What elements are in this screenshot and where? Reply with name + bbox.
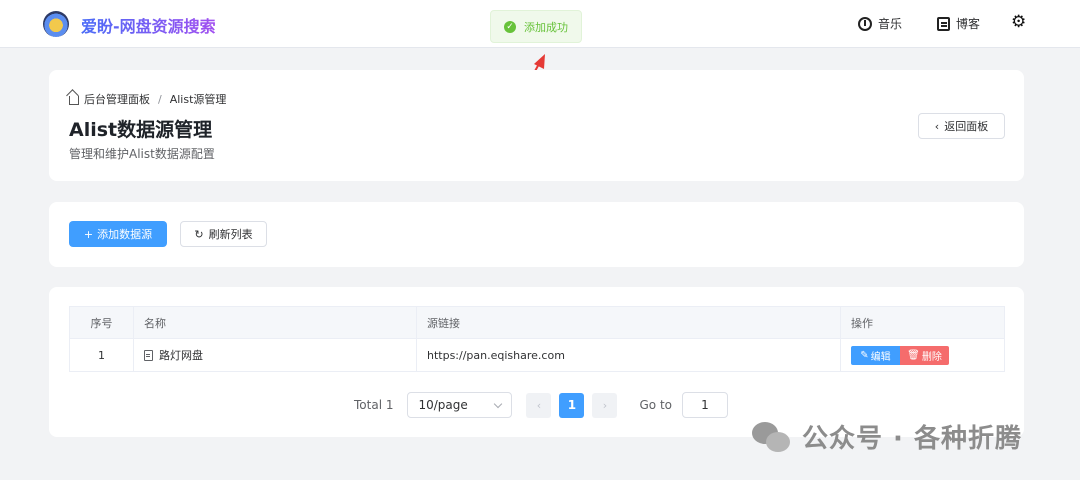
refresh-icon: ↻ — [194, 227, 204, 241]
nav-music[interactable]: 音乐 — [858, 15, 902, 32]
breadcrumb: 后台管理面板 / Alist源管理 — [69, 91, 226, 107]
add-datasource-button[interactable]: + 添加数据源 — [69, 221, 167, 247]
page-number-current[interactable]: 1 — [559, 392, 585, 418]
success-toast: ✓ 添加成功 — [490, 10, 582, 43]
nav-music-label: 音乐 — [878, 17, 903, 31]
row-index: 1 — [69, 338, 134, 372]
chevron-down-icon — [494, 399, 503, 408]
chevron-left-icon: ‹ — [934, 119, 940, 133]
back-to-panel-button[interactable]: ‹ 返回面板 — [918, 113, 1005, 139]
music-icon — [858, 16, 872, 31]
next-page-button[interactable]: › — [592, 392, 618, 418]
pagination-total: Total 1 — [354, 398, 394, 412]
site-logo[interactable] — [43, 11, 69, 37]
chevron-left-icon: ‹ — [536, 398, 542, 412]
table-row: 1 路灯网盘 https://pan.eqishare.com ✎ 编辑 🗑 删… — [69, 338, 1005, 372]
add-button-label: 添加数据源 — [97, 228, 153, 241]
chevron-right-icon: › — [602, 398, 608, 412]
edit-icon: ✎ — [860, 349, 869, 361]
row-name-cell: 路灯网盘 — [133, 338, 417, 372]
delete-button-label: 删除 — [921, 351, 942, 363]
refresh-list-button[interactable]: ↻ 刷新列表 — [180, 221, 267, 247]
breadcrumb-item-current: Alist源管理 — [169, 93, 227, 106]
success-check-icon: ✓ — [504, 20, 516, 33]
refresh-button-label: 刷新列表 — [208, 228, 253, 241]
row-actions-cell: ✎ 编辑 🗑 删除 — [840, 338, 1005, 372]
nav-blog-label: 博客 — [956, 17, 981, 31]
edit-button-label: 编辑 — [870, 351, 891, 363]
datasource-table: 序号 名称 源链接 操作 1 路灯网盘 https://pan.eqishare… — [69, 306, 1005, 372]
home-icon — [69, 96, 79, 105]
column-header-actions: 操作 — [840, 306, 1005, 339]
plus-icon: + — [83, 227, 94, 241]
back-button-label: 返回面板 — [944, 120, 989, 133]
column-header-index: 序号 — [69, 306, 134, 339]
nav-blog[interactable]: 博客 — [937, 15, 980, 32]
trash-icon: 🗑 — [907, 349, 920, 361]
document-icon — [144, 349, 153, 361]
goto-page-input[interactable]: 1 — [682, 392, 728, 418]
site-brand-title[interactable]: 爱盼-网盘资源搜索 — [81, 13, 216, 37]
breadcrumb-separator: / — [158, 92, 162, 106]
pagination: Total 1 10/page ‹ 1 › Go to 1 — [354, 392, 728, 418]
toolbar-card: + 添加数据源 ↻ 刷新列表 — [49, 202, 1024, 267]
gear-icon[interactable]: ⚙ — [1011, 14, 1027, 31]
table-header-row: 序号 名称 源链接 操作 — [69, 306, 1005, 339]
datasource-table-card: 序号 名称 源链接 操作 1 路灯网盘 https://pan.eqishare… — [49, 287, 1024, 437]
blog-icon — [937, 16, 950, 31]
page-subtitle: 管理和维护Alist数据源配置 — [69, 147, 215, 161]
prev-page-button[interactable]: ‹ — [526, 392, 552, 418]
row-name: 路灯网盘 — [159, 349, 203, 362]
delete-button[interactable]: 🗑 删除 — [900, 345, 949, 365]
edit-button[interactable]: ✎ 编辑 — [851, 345, 900, 365]
watermark-text: 公众号 · 各种折腾 — [802, 424, 1022, 454]
page-header-card: 后台管理面板 / Alist源管理 Alist数据源管理 管理和维护Alist数… — [49, 70, 1024, 181]
page-size-value: 10/page — [418, 398, 468, 412]
column-header-url: 源链接 — [416, 306, 841, 339]
page-title: Alist数据源管理 — [69, 119, 213, 141]
wechat-watermark: 公众号 · 各种折腾 — [752, 418, 1022, 455]
wechat-icon — [752, 420, 792, 454]
page-size-select[interactable]: 10/page — [407, 392, 513, 418]
toast-text: 添加成功 — [524, 20, 568, 34]
goto-label: Go to — [639, 398, 672, 412]
row-url: https://pan.eqishare.com — [416, 338, 841, 372]
breadcrumb-item-dashboard[interactable]: 后台管理面板 — [84, 91, 150, 107]
column-header-name: 名称 — [133, 306, 417, 339]
